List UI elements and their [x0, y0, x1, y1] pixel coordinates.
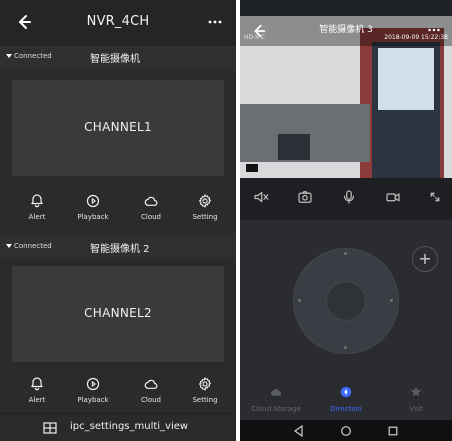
action-label: Alert [28, 396, 46, 404]
device-status-row-2: Connected 智能摄像机 2 [0, 236, 236, 258]
gear-icon [199, 194, 212, 208]
tab-direction[interactable]: Direction [316, 384, 376, 413]
right-phone: 智能摄像机 3 HD-IPC 2018-09-09 15:22:38 + Clo… [240, 0, 452, 441]
device-actions-1: Alert Playback Cloud Setting [0, 190, 236, 232]
tab-cloud-storage[interactable]: Cloud Storage [246, 384, 306, 413]
action-label: Setting [192, 396, 218, 404]
left-phone: NVR_4CH Connected 智能摄像机 CHANNEL1 Alert P [0, 0, 236, 441]
action-label: Playback [77, 396, 109, 404]
channel-label: CHANNEL2 [84, 306, 152, 320]
connection-status: Connected [14, 242, 52, 250]
tab-label: Direction [330, 405, 362, 413]
cloud-button[interactable]: Cloud [128, 193, 174, 221]
ptz-control-area: + [240, 220, 452, 400]
multi-view-bar[interactable]: ipc_settings_multi_view [0, 413, 236, 441]
playback-button[interactable]: Playback [70, 376, 116, 404]
multi-view-label: ipc_settings_multi_view [70, 421, 189, 432]
channel-label: CHANNEL1 [84, 120, 152, 134]
cloud-button[interactable]: Cloud [128, 376, 174, 404]
device-status-row-1: Connected 智能摄像机 [0, 46, 236, 68]
device-name: 智能摄像机 2 [90, 244, 150, 255]
back-triangle-icon[interactable] [292, 424, 306, 438]
ptz-right-dot [390, 299, 393, 302]
fullscreen-icon[interactable] [426, 188, 444, 206]
action-label: Playback [77, 213, 109, 221]
connection-status: Connected [14, 52, 52, 60]
playback-icon [86, 194, 100, 208]
alert-button[interactable]: Alert [14, 376, 60, 404]
device-actions-2: Alert Playback Cloud Setting [0, 373, 236, 415]
small-device [246, 164, 258, 172]
system-navigation-bar [240, 420, 452, 441]
camera-bottom-tabs: Cloud Storage Direction Vsit [240, 380, 452, 420]
grid-icon [43, 422, 57, 434]
recent-square-icon[interactable] [386, 424, 400, 438]
action-label: Setting [192, 213, 218, 221]
playback-button[interactable]: Playback [70, 193, 116, 221]
ptz-joystick-center[interactable] [326, 281, 366, 321]
tab-label: Cloud Storage [251, 405, 301, 413]
cloud-icon [144, 196, 158, 206]
setting-button[interactable]: Setting [182, 193, 228, 221]
plus-icon[interactable]: + [412, 246, 438, 272]
camera-mode: HD-IPC [244, 34, 265, 41]
mute-icon[interactable] [252, 188, 270, 206]
camera-timestamp: 2018-09-09 15:22:38 [384, 34, 448, 41]
home-circle-icon[interactable] [339, 424, 353, 438]
star-icon [410, 386, 422, 397]
gear-icon [199, 377, 212, 391]
cloud-storage-icon [270, 388, 282, 396]
ptz-up-dot [344, 252, 347, 255]
status-dot [6, 244, 12, 248]
record-icon[interactable] [384, 188, 402, 206]
top-bar: NVR_4CH [0, 0, 236, 46]
ptz-down-dot [344, 346, 347, 349]
status-dot [6, 54, 12, 58]
bell-icon [31, 194, 43, 208]
monitor [278, 134, 310, 160]
direction-icon [340, 386, 352, 398]
alert-button[interactable]: Alert [14, 193, 60, 221]
channel-video-2[interactable]: CHANNEL2 [12, 266, 224, 362]
action-label: Alert [28, 213, 46, 221]
playback-icon [86, 377, 100, 391]
more-options-icon[interactable] [206, 13, 224, 31]
camera-toolbar [240, 178, 452, 220]
action-label: Cloud [141, 213, 161, 221]
tab-vsit[interactable]: Vsit [386, 384, 446, 413]
channel-video-1[interactable]: CHANNEL1 [12, 80, 224, 176]
camera-live-view[interactable]: 智能摄像机 3 HD-IPC 2018-09-09 15:22:38 [240, 16, 452, 178]
tab-label: Vsit [409, 405, 423, 413]
device-name: 智能摄像机 [90, 54, 140, 65]
setting-button[interactable]: Setting [182, 376, 228, 404]
camera-top-bar: 智能摄像机 3 HD-IPC 2018-09-09 15:22:38 [240, 16, 452, 46]
door-window [378, 48, 434, 110]
snapshot-icon[interactable] [296, 188, 314, 206]
page-title: NVR_4CH [86, 14, 150, 29]
bell-icon [31, 377, 43, 391]
mic-icon[interactable] [340, 188, 358, 206]
action-label: Cloud [141, 396, 161, 404]
cloud-icon [144, 379, 158, 389]
ptz-left-dot [298, 299, 301, 302]
